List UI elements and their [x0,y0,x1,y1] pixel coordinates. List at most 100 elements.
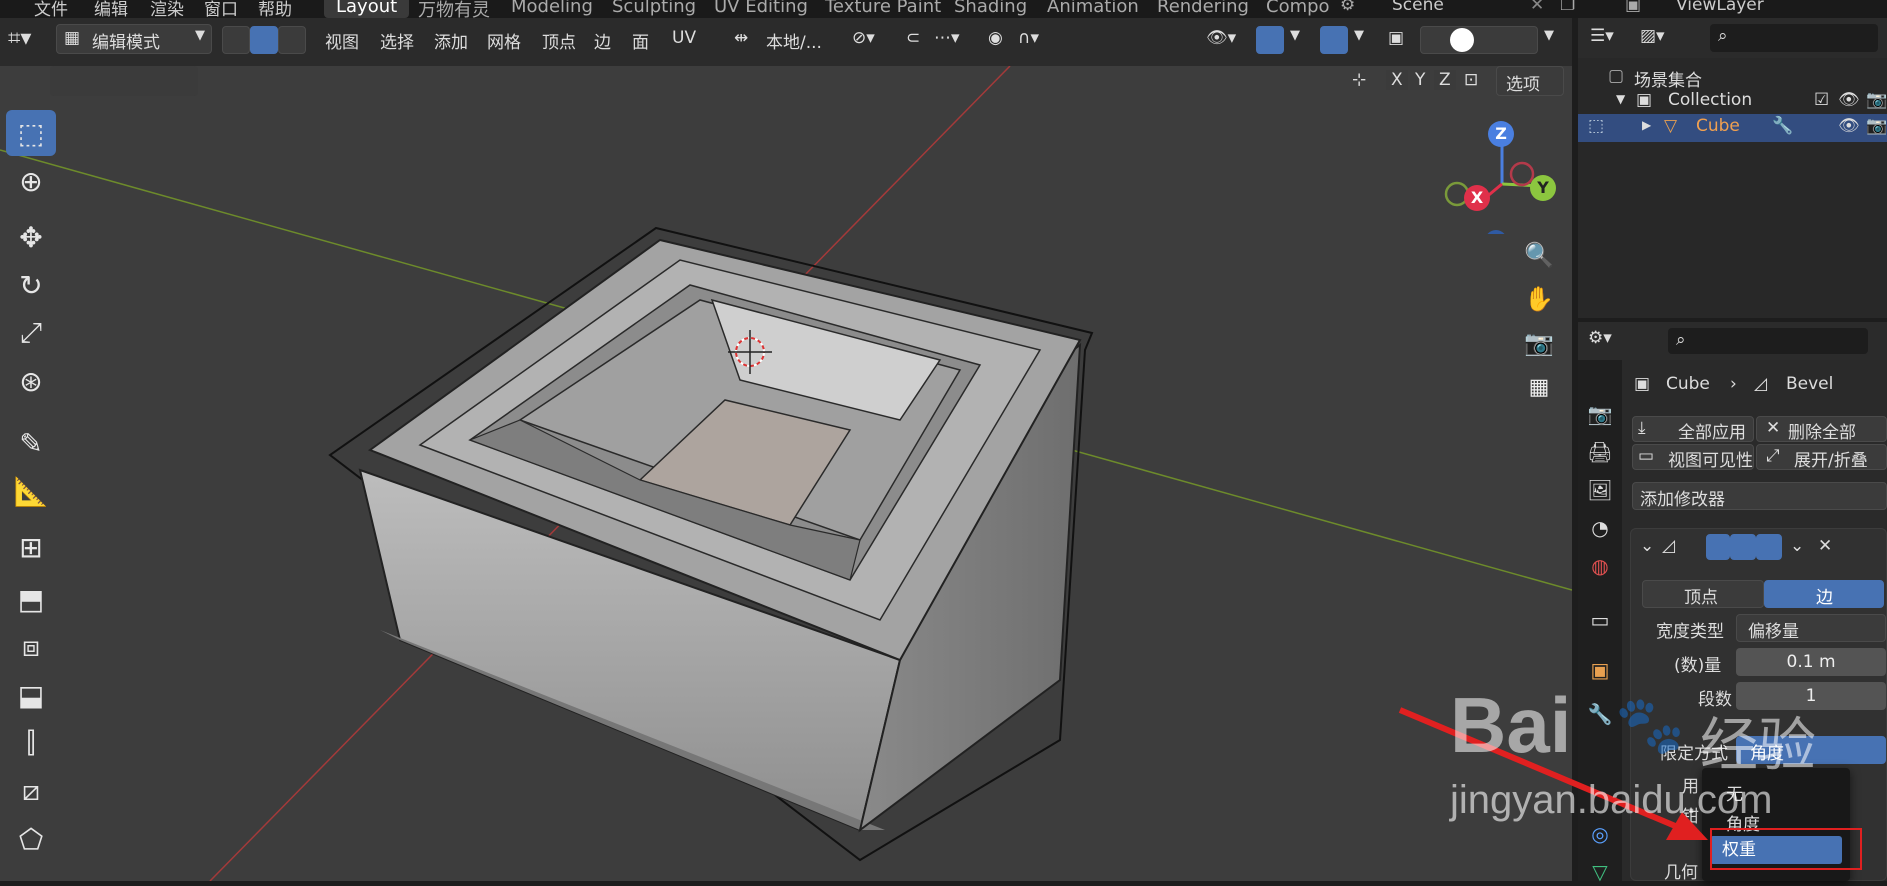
segments-field[interactable]: 1 [1736,682,1886,710]
menu-add[interactable]: 添加 [434,28,468,53]
extrude-icon[interactable]: ⬒ [6,576,56,622]
tab-rendering[interactable]: Rendering [1157,0,1249,17]
add-cube-icon[interactable]: ⊞ [6,524,56,570]
menu-edge[interactable]: 边 [594,28,611,53]
viewport-toggle[interactable] [1730,534,1756,560]
gizmo-toggle[interactable] [1256,26,1284,54]
tab-compositing[interactable]: Compo [1266,0,1330,17]
scene-tab-icon[interactable]: ◔ [1586,514,1614,542]
scene-icon[interactable]: ⚙ [1340,0,1355,15]
scene-collection-label[interactable]: 场景集合 [1634,66,1702,91]
geometry-subpanel[interactable]: 几何 [1664,858,1698,883]
transform-orientation[interactable]: 本地/... [766,28,822,53]
viewlayer-icon[interactable]: ▣ [1625,0,1641,15]
object-tab-icon[interactable]: ▣ [1586,656,1614,684]
properties-search-input[interactable] [1668,328,1868,354]
menu-window[interactable]: 窗口 [204,0,238,18]
collection-expand-icon[interactable]: ▼ [1616,92,1625,106]
mirror-y[interactable]: Y [1410,70,1431,90]
cube-camera-icon[interactable]: 📷 [1866,116,1887,136]
editor-type-icon[interactable]: ⌗▾ [8,26,31,51]
scene-name[interactable]: Scene [1392,0,1444,15]
menu-file[interactable]: 文件 [34,0,68,18]
output-tab-icon[interactable]: 🖨 [1586,438,1614,466]
tab-shading[interactable]: Shading [954,0,1027,17]
snap-increment-icon[interactable]: ⋯▾ [934,28,960,48]
overlay-chevron-icon[interactable]: ▼ [1354,28,1364,43]
menu-uv[interactable]: UV [672,28,696,48]
tab-sculpting[interactable]: Sculpting [612,0,696,17]
xray-icon[interactable]: ▣ [1388,28,1404,48]
scale-icon[interactable]: ⤢ [6,310,56,356]
remove-modifier-icon[interactable]: ✕ [1818,536,1832,556]
tab-uv-editing[interactable]: UV Editing [714,0,808,17]
collection-tab-icon[interactable]: ▭ [1586,606,1614,634]
gizmo-y[interactable]: Y [1530,175,1556,201]
proportional-edit-icon[interactable]: ◉ [988,28,1003,48]
vertex-select-mode[interactable] [222,26,250,54]
annotate-icon[interactable]: ✎ [6,420,56,466]
properties-type-icon[interactable]: ⚙▾ [1588,328,1612,348]
panel-menu-chevron-icon[interactable]: ⌄ [1790,536,1804,556]
poly-build-icon[interactable]: ⬠ [6,816,56,862]
select-box-icon[interactable]: ⬚ [6,110,56,156]
auto-merge-icon[interactable]: ⊡ [1464,70,1478,90]
falloff-icon[interactable]: ∩▾ [1018,28,1039,48]
menu-face[interactable]: 面 [632,28,649,53]
eye-icon[interactable]: 👁 [1838,90,1860,110]
edge-select-mode[interactable] [250,26,278,54]
select-mode-buttons[interactable] [50,66,198,96]
shading-chevron-icon[interactable]: ▼ [1544,28,1554,43]
snap-magnet-icon[interactable]: ⊂ [906,28,920,48]
pin-icon[interactable]: ✕ [1530,0,1544,15]
filter-display-icon[interactable]: ▨▾ [1640,26,1665,46]
camera-icon[interactable]: 📷 [1866,90,1887,110]
bevel-tool-icon[interactable]: ⬓ [6,672,56,718]
ortho-grid-icon[interactable]: ▦ [1518,366,1560,408]
solid-shading-icon[interactable] [1450,28,1474,52]
mirror-icon[interactable]: ⊹ [1352,70,1366,90]
menu-edit[interactable]: 编辑 [94,0,128,18]
menu-select[interactable]: 选择 [380,28,414,53]
camera-view-icon[interactable]: 📷 [1518,322,1560,364]
panel-collapse-icon[interactable]: ⌄ [1640,536,1654,556]
option-none[interactable]: 无 [1726,780,1743,805]
tab-animation[interactable]: Animation [1047,0,1139,17]
tab-wanwu[interactable]: 万物有灵 [418,0,490,18]
menu-view[interactable]: 视图 [325,28,359,53]
tab-texture-paint[interactable]: Texture Paint [825,0,941,17]
pan-hand-icon[interactable]: ✋ [1518,278,1560,320]
outliner-search-input[interactable] [1710,24,1878,52]
rotate-icon[interactable]: ↻ [6,262,56,308]
gizmo-x[interactable]: X [1464,185,1490,211]
menu-mesh[interactable]: 网格 [487,28,521,53]
tab-modeling[interactable]: Modeling [511,0,593,17]
amount-field[interactable]: 0.1 m [1736,648,1886,676]
knife-icon[interactable]: ⧄ [6,768,56,814]
transform-orientation-icon[interactable]: ⇹ [734,28,748,48]
inset-icon[interactable]: ⧈ [6,624,56,670]
gizmo-z[interactable]: Z [1488,121,1514,147]
zoom-icon[interactable]: 🔍 [1518,234,1560,276]
checkbox-icon[interactable]: ☑ [1814,90,1829,110]
new-scene-icon[interactable]: ❐ [1560,0,1575,15]
loop-cut-icon[interactable]: ⫿ [6,720,56,766]
menu-vertex[interactable]: 顶点 [542,28,576,53]
render-tab-icon[interactable]: 📷 [1586,400,1614,428]
shading-modes[interactable] [1420,26,1538,54]
menu-help[interactable]: 帮助 [258,0,292,18]
mirror-z[interactable]: Z [1434,70,1456,90]
3d-viewport[interactable]: Z Y X 🔍 ✋ 📷 ▦ [0,66,1572,881]
edit-mode-toggle[interactable] [1706,534,1730,560]
cursor-icon[interactable]: ⊕ [6,158,56,204]
face-select-mode[interactable] [278,26,306,54]
pivot-icon[interactable]: ⊘▾ [852,28,875,48]
tab-layout[interactable]: Layout [324,0,410,18]
viewlayer-name[interactable]: ViewLayer [1676,0,1764,15]
gizmo-chevron-icon[interactable]: ▼ [1290,28,1300,43]
cube-label[interactable]: Cube [1696,116,1740,136]
outliner-type-icon[interactable]: ☰▾ [1590,26,1614,46]
transform-icon[interactable]: ⊛ [6,358,56,404]
view-layer-tab-icon[interactable]: 🖼 [1586,476,1614,504]
collection-label[interactable]: Collection [1668,90,1752,110]
